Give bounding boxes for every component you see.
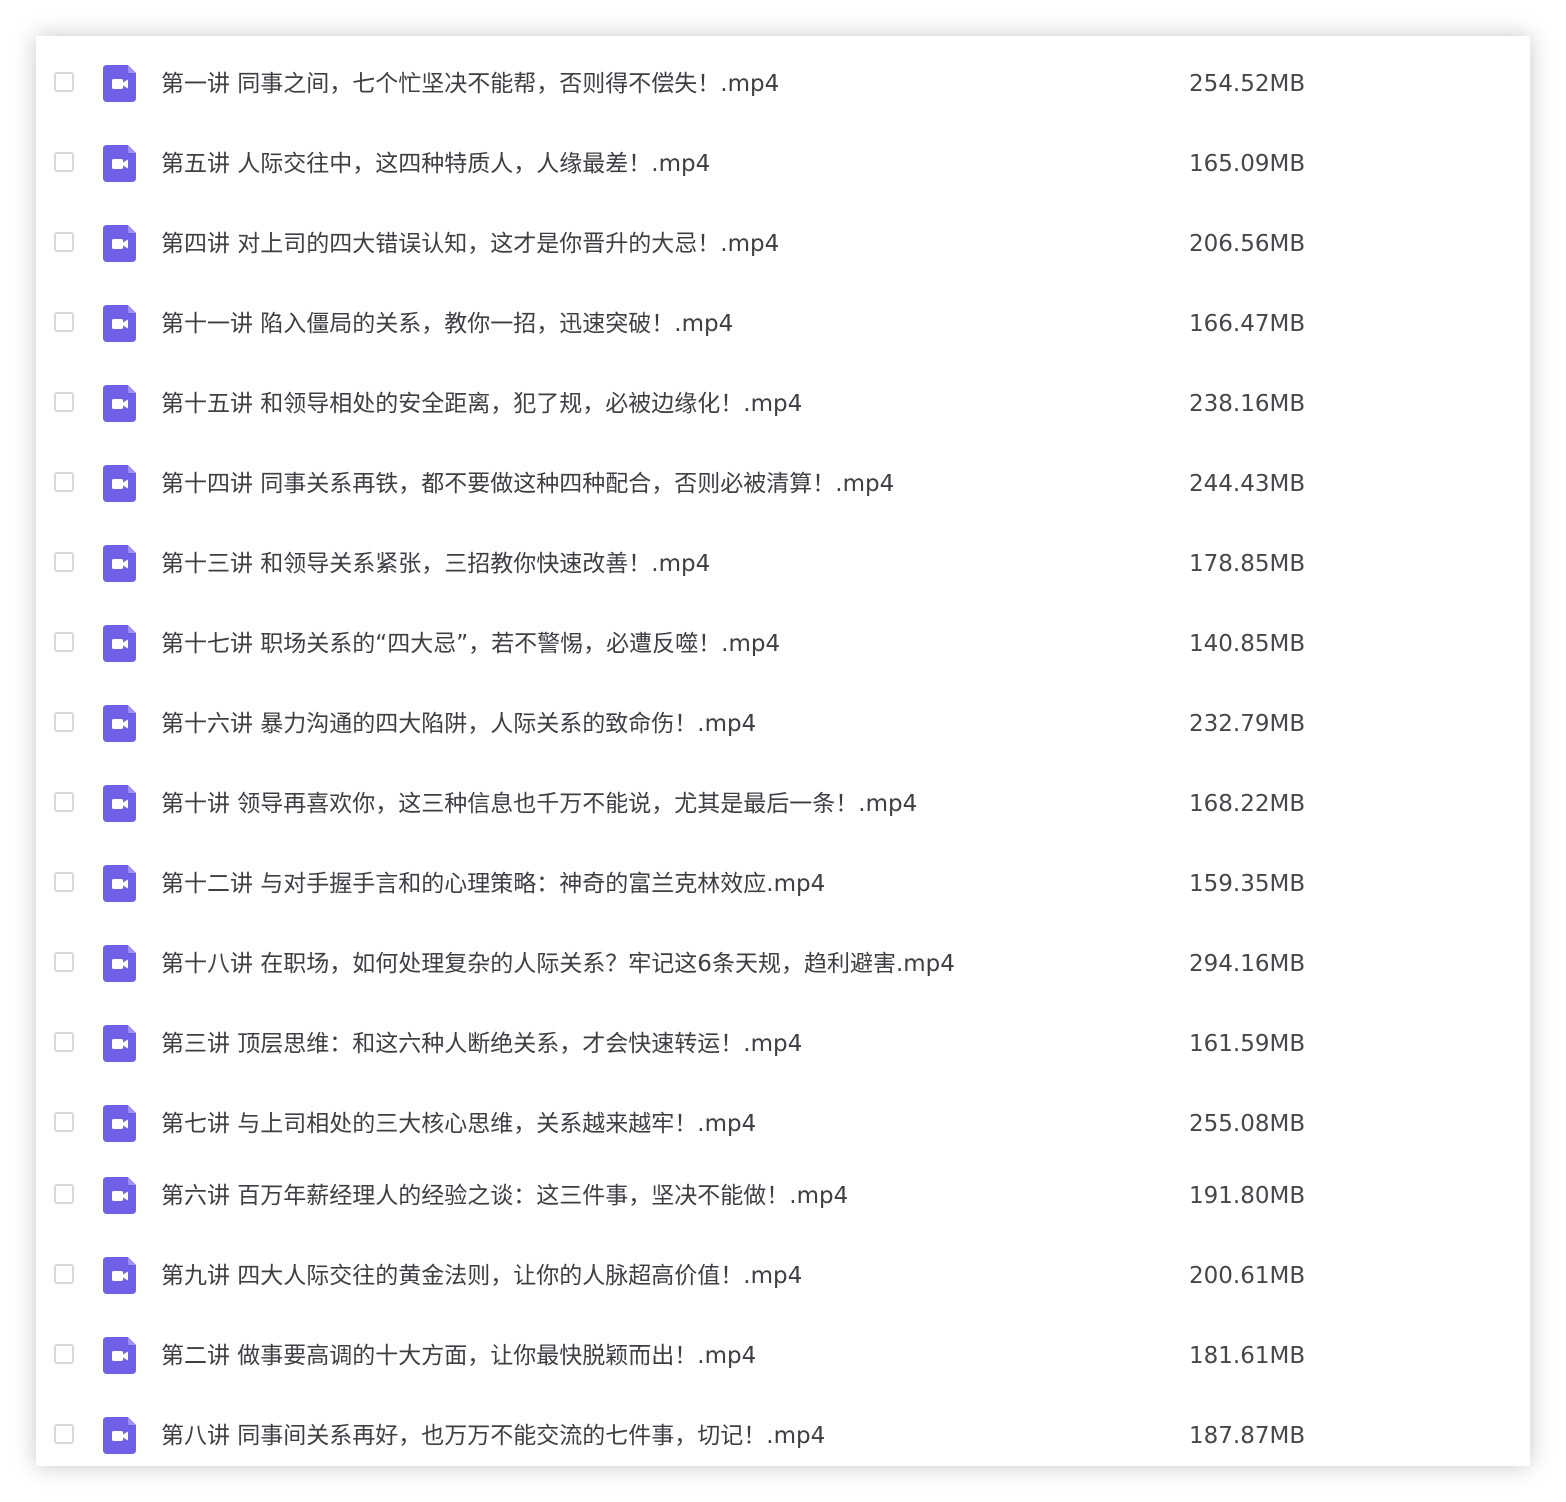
video-file-icon: [103, 465, 136, 502]
file-size: 255.08MB: [1189, 1111, 1306, 1137]
file-name[interactable]: 第十六讲 暴力沟通的四大陷阱，人际关系的致命伤！.mp4: [161, 684, 756, 764]
file-name[interactable]: 第六讲 百万年薪经理人的经验之谈：这三件事，坚决不能做！.mp4: [161, 1156, 848, 1236]
file-size: 200.61MB: [1189, 1263, 1306, 1289]
video-file-icon: [103, 1177, 136, 1214]
file-list-panel: 第一讲 同事之间，七个忙坚决不能帮，否则得不偿失！.mp4 254.52MB 第…: [36, 36, 1530, 1466]
video-file-icon: [103, 625, 136, 662]
list-item[interactable]: 第八讲 同事间关系再好，也万万不能交流的七件事，切记！.mp4 187.87MB: [36, 1396, 1530, 1466]
row-checkbox[interactable]: [54, 312, 74, 332]
file-name[interactable]: 第十八讲 在职场，如何处理复杂的人际关系？牢记这6条天规，趋利避害.mp4: [161, 924, 955, 1004]
list-item[interactable]: 第十五讲 和领导相处的安全距离，犯了规，必被边缘化！.mp4 238.16MB: [36, 364, 1530, 444]
list-item[interactable]: 第三讲 顶层思维：和这六种人断绝关系，才会快速转运！.mp4 161.59MB: [36, 1004, 1530, 1084]
list-item[interactable]: 第十三讲 和领导关系紧张，三招教你快速改善！.mp4 178.85MB: [36, 524, 1530, 604]
video-file-icon: [103, 385, 136, 422]
video-file-icon: [103, 545, 136, 582]
row-checkbox[interactable]: [54, 1264, 74, 1284]
video-file-icon: [103, 145, 136, 182]
video-file-icon: [103, 945, 136, 982]
file-name[interactable]: 第十四讲 同事关系再铁，都不要做这种四种配合，否则必被清算！.mp4: [161, 444, 894, 524]
file-size: 168.22MB: [1189, 791, 1306, 817]
row-checkbox[interactable]: [54, 552, 74, 572]
row-checkbox[interactable]: [54, 792, 74, 812]
row-checkbox[interactable]: [54, 712, 74, 732]
file-name[interactable]: 第四讲 对上司的四大错误认知，这才是你晋升的大忌！.mp4: [161, 204, 779, 284]
row-checkbox[interactable]: [54, 632, 74, 652]
video-file-icon: [103, 65, 136, 102]
file-name[interactable]: 第一讲 同事之间，七个忙坚决不能帮，否则得不偿失！.mp4: [161, 44, 779, 124]
list-item[interactable]: 第一讲 同事之间，七个忙坚决不能帮，否则得不偿失！.mp4 254.52MB: [36, 44, 1530, 124]
file-size: 178.85MB: [1189, 551, 1306, 577]
list-item[interactable]: 第十七讲 职场关系的“四大忌”，若不警惕，必遭反噬！.mp4 140.85MB: [36, 604, 1530, 684]
video-file-icon: [103, 705, 136, 742]
file-name[interactable]: 第十七讲 职场关系的“四大忌”，若不警惕，必遭反噬！.mp4: [161, 604, 780, 684]
list-item[interactable]: 第十一讲 陷入僵局的关系，教你一招，迅速突破！.mp4 166.47MB: [36, 284, 1530, 364]
file-name[interactable]: 第七讲 与上司相处的三大核心思维，关系越来越牢！.mp4: [161, 1084, 756, 1164]
file-name[interactable]: 第十一讲 陷入僵局的关系，教你一招，迅速突破！.mp4: [161, 284, 733, 364]
file-size: 244.43MB: [1189, 471, 1306, 497]
list-item[interactable]: 第十八讲 在职场，如何处理复杂的人际关系？牢记这6条天规，趋利避害.mp4 29…: [36, 924, 1530, 1004]
file-size: 165.09MB: [1189, 151, 1306, 177]
video-file-icon: [103, 865, 136, 902]
row-checkbox[interactable]: [54, 1112, 74, 1132]
file-name[interactable]: 第八讲 同事间关系再好，也万万不能交流的七件事，切记！.mp4: [161, 1396, 825, 1466]
file-size: 294.16MB: [1189, 951, 1306, 977]
video-file-icon: [103, 1105, 136, 1142]
video-file-icon: [103, 1257, 136, 1294]
file-name[interactable]: 第五讲 人际交往中，这四种特质人，人缘最差！.mp4: [161, 124, 710, 204]
video-file-icon: [103, 1417, 136, 1454]
list-item[interactable]: 第五讲 人际交往中，这四种特质人，人缘最差！.mp4 165.09MB: [36, 124, 1530, 204]
row-checkbox[interactable]: [54, 392, 74, 412]
file-size: 161.59MB: [1189, 1031, 1306, 1057]
file-size: 206.56MB: [1189, 231, 1306, 257]
row-checkbox[interactable]: [54, 152, 74, 172]
video-file-icon: [103, 1025, 136, 1062]
list-item[interactable]: 第十六讲 暴力沟通的四大陷阱，人际关系的致命伤！.mp4 232.79MB: [36, 684, 1530, 764]
file-name[interactable]: 第十讲 领导再喜欢你，这三种信息也千万不能说，尤其是最后一条！.mp4: [161, 764, 917, 844]
list-item[interactable]: 第七讲 与上司相处的三大核心思维，关系越来越牢！.mp4 255.08MB: [36, 1084, 1530, 1164]
row-checkbox[interactable]: [54, 1032, 74, 1052]
list-item[interactable]: 第六讲 百万年薪经理人的经验之谈：这三件事，坚决不能做！.mp4 191.80M…: [36, 1156, 1530, 1236]
row-checkbox[interactable]: [54, 952, 74, 972]
file-size: 159.35MB: [1189, 871, 1306, 897]
row-checkbox[interactable]: [54, 1184, 74, 1204]
file-size: 140.85MB: [1189, 631, 1306, 657]
list-item[interactable]: 第九讲 四大人际交往的黄金法则，让你的人脉超高价值！.mp4 200.61MB: [36, 1236, 1530, 1316]
file-name[interactable]: 第十五讲 和领导相处的安全距离，犯了规，必被边缘化！.mp4: [161, 364, 802, 444]
file-size: 187.87MB: [1189, 1423, 1306, 1449]
row-checkbox[interactable]: [54, 72, 74, 92]
file-name[interactable]: 第十二讲 与对手握手言和的心理策略：神奇的富兰克林效应.mp4: [161, 844, 825, 924]
file-name[interactable]: 第三讲 顶层思维：和这六种人断绝关系，才会快速转运！.mp4: [161, 1004, 802, 1084]
list-item[interactable]: 第四讲 对上司的四大错误认知，这才是你晋升的大忌！.mp4 206.56MB: [36, 204, 1530, 284]
row-checkbox[interactable]: [54, 872, 74, 892]
row-checkbox[interactable]: [54, 472, 74, 492]
file-size: 191.80MB: [1189, 1183, 1306, 1209]
list-item[interactable]: 第十讲 领导再喜欢你，这三种信息也千万不能说，尤其是最后一条！.mp4 168.…: [36, 764, 1530, 844]
list-item[interactable]: 第十四讲 同事关系再铁，都不要做这种四种配合，否则必被清算！.mp4 244.4…: [36, 444, 1530, 524]
video-file-icon: [103, 225, 136, 262]
row-checkbox[interactable]: [54, 1344, 74, 1364]
video-file-icon: [103, 785, 136, 822]
video-file-icon: [103, 1337, 136, 1374]
file-name[interactable]: 第九讲 四大人际交往的黄金法则，让你的人脉超高价值！.mp4: [161, 1236, 802, 1316]
list-item[interactable]: 第十二讲 与对手握手言和的心理策略：神奇的富兰克林效应.mp4 159.35MB: [36, 844, 1530, 924]
file-size: 232.79MB: [1189, 711, 1306, 737]
file-size: 166.47MB: [1189, 311, 1306, 337]
row-checkbox[interactable]: [54, 1424, 74, 1444]
file-size: 181.61MB: [1189, 1343, 1306, 1369]
file-name[interactable]: 第十三讲 和领导关系紧张，三招教你快速改善！.mp4: [161, 524, 710, 604]
video-file-icon: [103, 305, 136, 342]
list-item[interactable]: 第二讲 做事要高调的十大方面，让你最快脱颖而出！.mp4 181.61MB: [36, 1316, 1530, 1396]
file-name[interactable]: 第二讲 做事要高调的十大方面，让你最快脱颖而出！.mp4: [161, 1316, 756, 1396]
file-size: 254.52MB: [1189, 71, 1306, 97]
file-size: 238.16MB: [1189, 391, 1306, 417]
row-checkbox[interactable]: [54, 232, 74, 252]
